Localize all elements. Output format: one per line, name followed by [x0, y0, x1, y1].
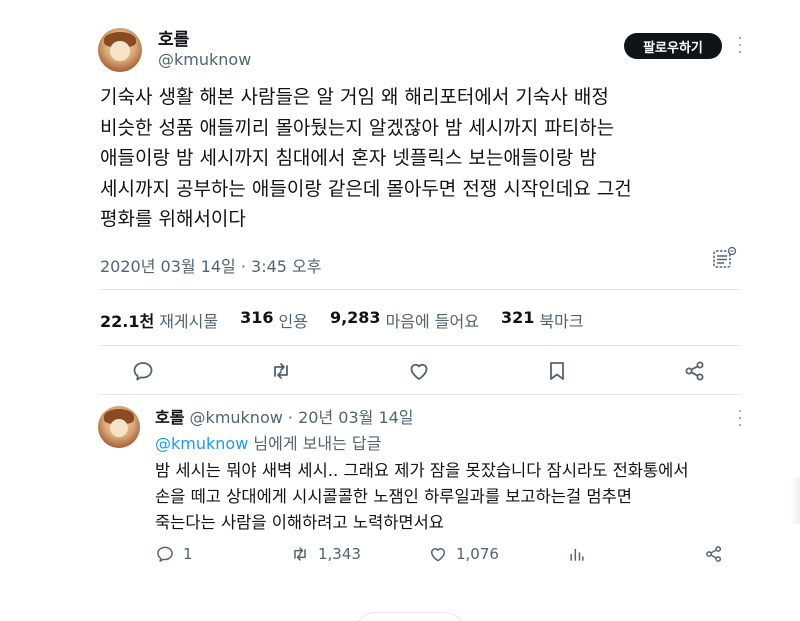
divider: [100, 289, 740, 290]
like-action[interactable]: 1,076: [428, 543, 499, 565]
reply-action[interactable]: 1: [155, 543, 193, 565]
retweet-count: 1,343: [318, 545, 361, 563]
stat-label: 재게시물: [159, 312, 219, 331]
divider: [100, 394, 740, 395]
stat-label: 마음에 들어요: [385, 312, 479, 331]
avatar[interactable]: [98, 406, 140, 448]
mention-link[interactable]: @kmuknow: [155, 434, 248, 453]
views-icon: [570, 549, 584, 561]
stat-value: 9,283: [329, 308, 381, 327]
reply-count: 1: [183, 545, 193, 563]
like-icon: [431, 548, 445, 562]
tweet-timestamp[interactable]: 2020년 03월 14일 · 3:45 오후: [100, 253, 321, 277]
stat-value: 316: [240, 308, 274, 327]
stat-quotes[interactable]: 316 인용: [240, 308, 308, 332]
divider: [100, 345, 740, 346]
bottom-arc: [355, 612, 465, 621]
reply-icon[interactable]: [131, 359, 155, 383]
separator: ·: [287, 408, 294, 427]
views-action[interactable]: [567, 543, 595, 565]
retweet-icon[interactable]: [269, 359, 293, 383]
replying-to-label: 님에게 보내는 답글: [253, 434, 382, 453]
stat-label: 인용: [278, 312, 308, 331]
tweet-text-line: 평화를 위해서이다: [100, 208, 246, 230]
follow-button[interactable]: 팔로우하기: [624, 33, 722, 59]
reply-text-line: 손을 떼고 상대에게 시시콜콜한 노잼인 하루일과를 보고하는걸 멈추면: [155, 487, 632, 506]
replying-to: @kmuknow 님에게 보내는 답글: [155, 430, 381, 454]
share-action[interactable]: [704, 543, 732, 565]
tweet-text-line: 세시까지 공부하는 애들이랑 같은데 몰아두면 전쟁 시작인데요 그건: [100, 177, 632, 200]
tweet-text: 기숙사 생활 해본 사람들은 알 거임 왜 해리포터에서 기숙사 배정 비슷한 …: [100, 82, 750, 235]
more-options-icon[interactable]: [737, 37, 743, 53]
engagement-stats: 22.1천 재게시물 316 인용 9,283 마음에 들어요 321 북마크: [100, 308, 606, 332]
stat-reposts[interactable]: 22.1천 재게시물: [100, 308, 218, 332]
stat-label: 북마크: [539, 312, 584, 331]
tweet-text-line: 비슷한 성품 애들끼리 몰아뒀는지 알겠잖아 밤 세시까지 파티하는: [100, 116, 615, 139]
reply-text: 밤 세시는 뭐야 새벽 세시.. 그래요 제가 잠을 못잤습니다 잠시라도 전화…: [155, 458, 755, 536]
bookmark-icon[interactable]: [545, 359, 569, 383]
tweet-text-line: 애들이랑 밤 세시까지 침대에서 혼자 넷플릭스 보는애들이랑 밤: [100, 147, 597, 169]
like-count: 1,076: [456, 545, 499, 563]
share-icon[interactable]: [683, 359, 707, 383]
scroll-edge: [790, 478, 800, 524]
retweet-icon: [294, 547, 306, 561]
reply-date[interactable]: 20년 03월 14일: [298, 408, 413, 427]
reply-icon: [157, 546, 173, 562]
like-icon[interactable]: [407, 359, 431, 383]
tweet-text-line: 기숙사 생활 해본 사람들은 알 거임 왜 해리포터에서 기숙사 배정: [100, 86, 609, 108]
reply-text-line: 밤 세시는 뭐야 새벽 세시.. 그래요 제가 잠을 못잤습니다 잠시라도 전화…: [155, 461, 689, 480]
share-icon: [706, 546, 722, 562]
more-options-icon[interactable]: [737, 410, 743, 426]
retweet-action[interactable]: 1,343: [290, 543, 361, 565]
author-name[interactable]: 호롤: [158, 25, 189, 50]
stat-value: 22.1천: [100, 312, 155, 331]
summary-icon[interactable]: [712, 246, 738, 272]
stat-value: 321: [500, 308, 535, 327]
author-handle[interactable]: @kmuknow: [190, 408, 283, 427]
stat-bookmarks[interactable]: 321 북마크: [501, 308, 584, 332]
author-handle[interactable]: @kmuknow: [158, 50, 251, 69]
reply-text-line: 죽는다는 사람을 이해하려고 노력하면서요: [155, 513, 444, 532]
reply-header: 호롤 @kmuknow · 20년 03월 14일: [155, 404, 414, 428]
stat-likes[interactable]: 9,283 마음에 들어요: [330, 308, 479, 332]
avatar[interactable]: [98, 28, 142, 72]
author-name[interactable]: 호롤: [155, 408, 184, 427]
